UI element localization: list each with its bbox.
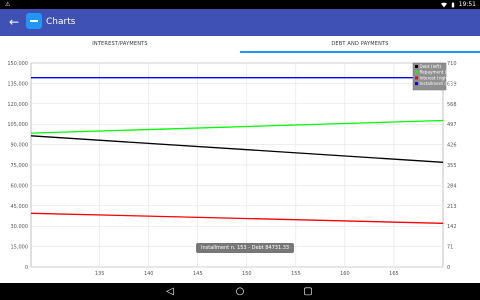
x-tick: 155: [291, 271, 301, 277]
legend-swatch: [415, 82, 418, 86]
legend-swatch: [415, 76, 418, 80]
wifi-icon: [440, 2, 447, 7]
warning-icon: ⚠: [5, 1, 11, 8]
x-tick: 135: [95, 271, 105, 277]
y-tick-right: 284: [447, 183, 457, 189]
y-tick-right: 497: [447, 122, 457, 128]
y-tick-left: 0: [25, 265, 28, 271]
app-bar: ← Charts: [0, 9, 480, 36]
home-icon[interactable]: ○: [233, 285, 247, 298]
tab-interest-payments[interactable]: INTEREST/PAYMENTS: [0, 36, 240, 53]
y-tick-right: 142: [447, 224, 457, 230]
tooltip: Installment n. 153 - Debt 84731.33: [196, 243, 295, 253]
status-right: 19:51: [440, 0, 476, 9]
legend-swatch: [415, 65, 418, 68]
arrow-left-icon[interactable]: ←: [7, 15, 21, 29]
app-icon: [26, 13, 42, 29]
y-tick-right: 710: [447, 61, 457, 67]
y-tick-right: 0: [447, 265, 450, 271]
x-tick: 145: [193, 271, 203, 277]
x-tick: 165: [389, 271, 399, 277]
back-nav-icon[interactable]: ◁: [163, 285, 177, 298]
y-tick-left: 90,000: [11, 143, 29, 149]
y-tick-left: 120,000: [7, 102, 28, 108]
status-bar: ⚠ 19:51: [0, 0, 480, 9]
tab-bar: INTEREST/PAYMENTS DEBT AND PAYMENTS: [0, 36, 480, 53]
series-line: [30, 119, 444, 134]
legend-label: Installment (right): [420, 81, 458, 86]
nav-bar: ◁ ○ ▢: [0, 283, 480, 300]
y-tick-left: 45,000: [11, 204, 29, 210]
y-tick-left: 60,000: [11, 183, 29, 189]
series-line: [30, 135, 444, 163]
y-tick-left: 135,000: [7, 81, 28, 87]
x-tick: 160: [340, 271, 350, 277]
y-tick-left: 105,000: [7, 122, 28, 128]
y-tick-left: 15,000: [11, 245, 29, 251]
y-tick-right: 568: [447, 102, 457, 108]
battery-icon: [451, 2, 454, 7]
legend-label: Debt (left): [420, 64, 442, 69]
y-tick-left: 30,000: [11, 224, 29, 230]
y-tick-right: 71: [447, 245, 453, 251]
y-tick-right: 426: [447, 143, 457, 149]
x-tick: 150: [242, 271, 252, 277]
status-time: 19:51: [458, 1, 476, 8]
y-tick-right: 355: [447, 163, 457, 169]
legend-label: Repayment (right): [420, 70, 459, 75]
y-tick-left: 75,000: [11, 163, 29, 169]
y-tick-right: 213: [447, 204, 457, 210]
recents-icon[interactable]: ▢: [301, 285, 315, 298]
legend-swatch: [415, 70, 418, 74]
legend-label: Interest (right): [420, 75, 451, 80]
y-tick-left: 150,000: [7, 61, 28, 67]
x-tick: 140: [144, 271, 154, 277]
series-line: [30, 212, 444, 224]
page-title: Charts: [46, 17, 76, 27]
